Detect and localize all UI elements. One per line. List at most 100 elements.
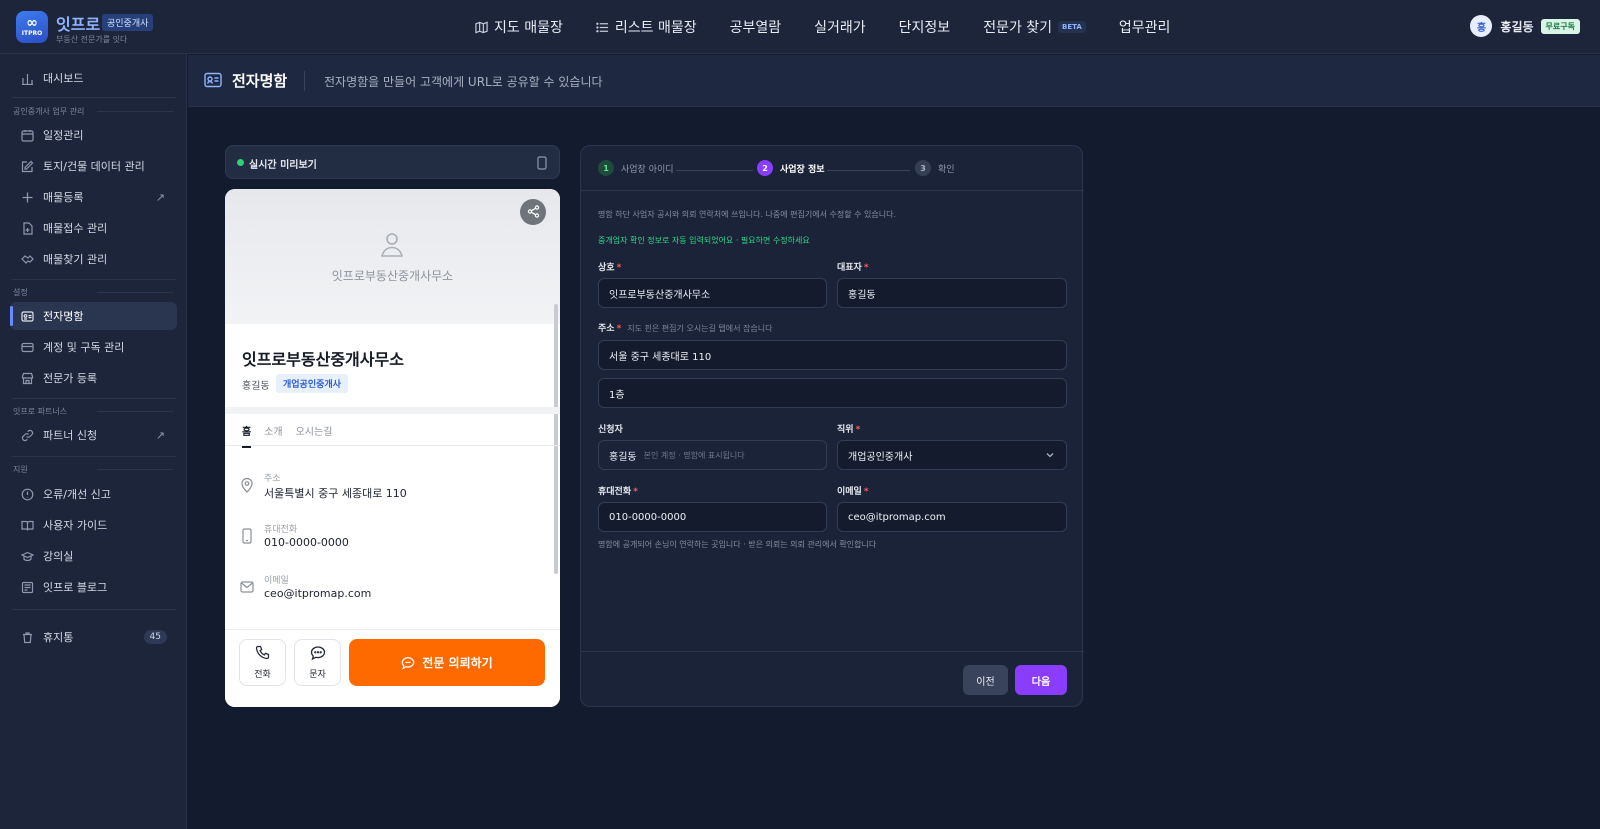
nav-find-expert[interactable]: 전문가 찾기 BETA [983, 17, 1086, 37]
step-1[interactable]: 1 사업장 아이디 [598, 160, 674, 176]
alert-circle-icon [21, 488, 34, 501]
sms-button[interactable]: 문자 [294, 639, 341, 686]
avatar[interactable]: 홍 [1470, 15, 1493, 37]
position-label: 직위 * [837, 425, 861, 435]
address-detail-input[interactable]: 1층 [598, 378, 1067, 408]
step-label: 사업장 아이디 [621, 164, 674, 175]
nav-real-prices[interactable]: 실거래가 [814, 17, 866, 37]
applicant-label: 신청자 [598, 425, 623, 435]
sidebar-item-dashboard[interactable]: 대시보드 [10, 64, 177, 92]
sidebar-item-label: 매물접수 관리 [43, 222, 108, 235]
nav-work-management[interactable]: 업무관리 [1119, 17, 1171, 37]
app-logo[interactable]: ∞ ITPRO [16, 11, 48, 43]
step-2[interactable]: 2 사업장 정보 [757, 160, 825, 176]
sidebar-item-blog[interactable]: 잇프로 블로그 [10, 573, 177, 601]
newspaper-icon [21, 581, 34, 594]
step-label: 사업장 정보 [780, 164, 825, 175]
nav-map-listings[interactable]: 지도 매물장 [475, 17, 563, 37]
applicant-name: 홍길동 [609, 451, 637, 463]
sidebar-item-bug-report[interactable]: 오류/개선 신고 [10, 480, 177, 508]
company-label: 상호 * [598, 263, 622, 273]
sidebar-item-label: 매물등록 [43, 191, 84, 204]
email-input[interactable]: ceo@itpromap.com [837, 502, 1067, 532]
sidebar-item-label: 강의실 [43, 550, 74, 563]
sidebar-item-classroom[interactable]: 강의실 [10, 542, 177, 570]
chat-icon [401, 656, 415, 670]
brand-name[interactable]: 잇프로 [56, 11, 100, 35]
sidebar-item-listing-search[interactable]: 매물찾기 관리 [10, 245, 177, 273]
request-expert-label: 전문 의뢰하기 [422, 656, 493, 670]
mobile-input[interactable]: 010-0000-0000 [598, 502, 827, 532]
user-menu[interactable]: 홍 홍길동 무료구독 [1470, 15, 1580, 37]
top-bar: ∞ ITPRO 잇프로 공인중개사 부동산 전문가를 잇다 지도 매물장 리스트… [0, 0, 1600, 54]
sidebar-item-schedule[interactable]: 일정관리 [10, 121, 177, 149]
trash-count-badge: 45 [143, 630, 167, 644]
sidebar-item-trash[interactable]: 휴지통 45 [10, 623, 177, 651]
calendar-icon [21, 129, 34, 142]
sidebar-item-partner-apply[interactable]: 파트너 신청 ↗ [10, 421, 177, 449]
nav-public-records[interactable]: 공부열람 [730, 17, 782, 37]
nav-list-listings[interactable]: 리스트 매물장 [596, 17, 697, 37]
sidebar-item-business-card[interactable]: 전자명함 [10, 302, 177, 330]
step-3[interactable]: 3 확인 [915, 160, 955, 176]
beta-badge: BETA [1058, 21, 1086, 33]
sidebar-item-listing-intake[interactable]: 매물접수 관리 [10, 214, 177, 242]
address-label: 주소 * 지도 핀은 편집기 오시는길 탭에서 잡습니다 [598, 324, 773, 334]
sidebar-item-account-subscription[interactable]: 계정 및 구독 관리 [10, 333, 177, 361]
ceo-input[interactable]: 홍길동 [837, 278, 1067, 308]
sidebar-item-label: 오류/개선 신고 [43, 488, 111, 501]
step-connector [676, 170, 753, 171]
form-note: 명함 하단 사업자 공시와 의뢰 연락처에 쓰입니다. 나중에 편집기에서 수정… [598, 210, 897, 219]
card-action-bar: 전화 문자 전문 의뢰하기 [225, 629, 560, 707]
nav-label: 리스트 매물장 [614, 20, 697, 36]
stepper-divider [581, 190, 1084, 191]
brand-badge: 공인중개사 [102, 14, 154, 31]
mail-icon [240, 579, 254, 599]
form-footer-divider [581, 651, 1084, 652]
sidebar-section-work: 공인중개사 업무 관리 [13, 106, 173, 117]
share-button[interactable] [520, 199, 546, 225]
graduation-cap-icon [21, 550, 34, 563]
request-expert-button[interactable]: 전문 의뢰하기 [349, 639, 545, 686]
sidebar-item-listing-register[interactable]: 매물등록 ↗ [10, 183, 177, 211]
sidebar-divider [12, 456, 176, 457]
sidebar-item-label: 사용자 가이드 [43, 519, 108, 532]
step-number: 3 [915, 160, 931, 176]
nav-label: 공부열람 [729, 20, 782, 36]
page-header: 전자명함 전자명함을 만들어 고객에게 URL로 공유할 수 있습니다 [188, 55, 1600, 107]
trash-icon [21, 631, 34, 644]
nav-complex-info[interactable]: 단지정보 [899, 17, 951, 37]
arrow-up-right-icon: ↗ [155, 190, 165, 204]
card-role-badge: 개업공인중개사 [276, 374, 348, 393]
sidebar-item-user-guide[interactable]: 사용자 가이드 [10, 511, 177, 539]
next-button[interactable]: 다음 [1015, 665, 1067, 695]
page-description: 전자명함을 만들어 고객에게 URL로 공유할 수 있습니다 [324, 75, 603, 89]
call-button[interactable]: 전화 [239, 639, 286, 686]
logo-link-glyph: ∞ [26, 15, 38, 31]
plan-badge: 무료구독 [1540, 18, 1580, 34]
credit-card-icon [21, 341, 34, 354]
card-scrollbar[interactable] [554, 304, 558, 574]
info-label: 주소 [264, 474, 281, 484]
sidebar-section-support: 지원 [13, 464, 173, 475]
contact-note: 명함에 공개되어 손님이 연락하는 곳입니다 · 받은 의뢰는 의뢰 관리에서 … [598, 540, 877, 549]
card-tab-underline [225, 445, 560, 446]
live-status-dot [237, 159, 244, 166]
address-input[interactable]: 서울 중구 세종대로 110 [598, 340, 1067, 370]
prev-button[interactable]: 이전 [963, 665, 1008, 695]
sidebar-item-label: 대시보드 [43, 72, 84, 85]
position-select[interactable]: 개업공인중개사 [837, 440, 1067, 470]
sidebar-item-label: 휴지통 [43, 631, 74, 644]
business-info-form: 1 사업장 아이디 2 사업장 정보 3 확인 명함 하단 사업자 공시와 의뢰… [580, 145, 1084, 707]
map-icon [475, 21, 488, 34]
sidebar-item-expert-register[interactable]: 전문가 등록 [10, 364, 177, 392]
sidebar-item-land-building-data[interactable]: 토지/건물 데이터 관리 [10, 152, 177, 180]
hero-office-name: 잇프로부동산중개사무소 [331, 269, 454, 283]
list-icon [596, 21, 609, 34]
chevron-down-icon [1045, 450, 1055, 463]
info-value: 서울특별시 중구 세종대로 110 [264, 487, 407, 500]
logo-mini-text: ITPRO [21, 30, 43, 37]
company-input[interactable]: 잇프로부동산중개사무소 [598, 278, 827, 308]
sidebar-divider [12, 279, 176, 280]
mobile-device-icon[interactable] [537, 155, 547, 174]
